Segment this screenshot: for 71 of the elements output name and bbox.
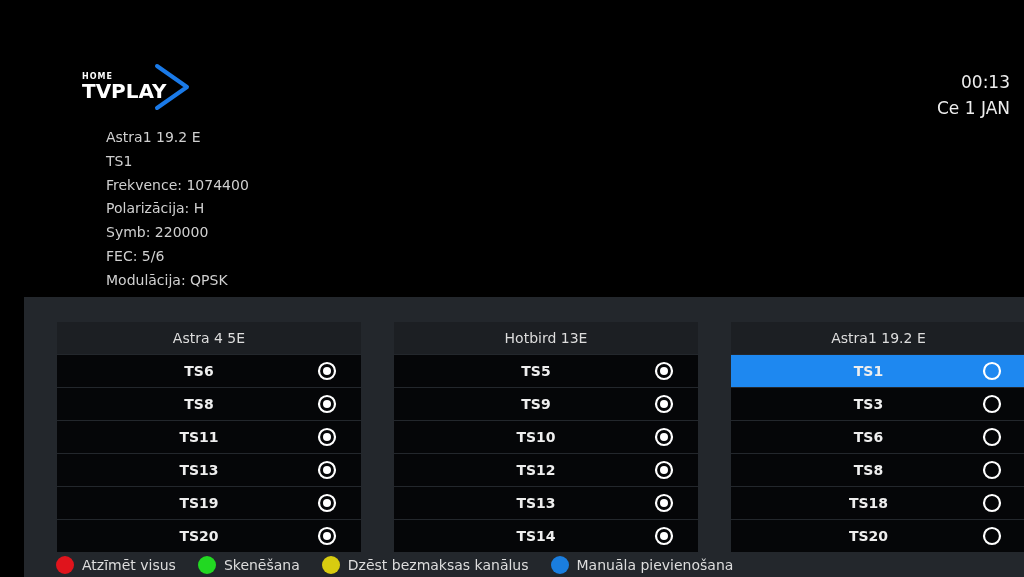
transponder-row[interactable]: TS8: [731, 454, 1024, 486]
transponder-label: TS6: [852, 429, 885, 445]
radio-icon[interactable]: [654, 361, 674, 381]
transponder-row[interactable]: TS18: [731, 487, 1024, 519]
radio-icon[interactable]: [317, 361, 337, 381]
transponder-row[interactable]: TS20: [731, 520, 1024, 552]
logo-text: TVPLAY: [82, 81, 167, 101]
radio-icon[interactable]: [654, 526, 674, 546]
transponder-row[interactable]: TS5: [394, 355, 698, 387]
transponder-label: TS18: [847, 495, 890, 511]
radio-icon[interactable]: [317, 394, 337, 414]
transponder-row[interactable]: TS20: [57, 520, 361, 552]
transponder-label: TS8: [852, 462, 885, 478]
radio-icon[interactable]: [654, 460, 674, 480]
transponder-row[interactable]: TS11: [57, 421, 361, 453]
transponder-label: TS20: [847, 528, 890, 544]
transponder-row[interactable]: TS13: [57, 454, 361, 486]
transponder-label: TS9: [520, 396, 552, 412]
satellite-header: Hotbird 13E: [394, 322, 698, 354]
transponder-row[interactable]: TS10: [394, 421, 698, 453]
radio-icon[interactable]: [317, 427, 337, 447]
transponder-row[interactable]: TS3: [731, 388, 1024, 420]
legend-label: Dzēst bezmaksas kanālus: [347, 556, 529, 573]
info-line: Symb: 220000: [106, 223, 210, 243]
info-line: Astra1 19.2 E: [106, 128, 202, 147]
transponder-label: TS5: [520, 363, 552, 379]
info-line: TS1: [106, 151, 134, 171]
satellite-header: Astra 4 5E: [57, 322, 361, 354]
satellite-header: Astra1 19.2 E: [731, 322, 1024, 354]
legend-label: Manuāla pievienošana: [576, 556, 734, 573]
transponder-label: TS20: [178, 528, 220, 544]
transponder-row[interactable]: TS6: [57, 355, 361, 387]
legend-label: Atzīmēt visus: [82, 556, 176, 573]
radio-icon[interactable]: [317, 493, 337, 513]
radio-icon[interactable]: [982, 493, 1002, 513]
transponder-row[interactable]: TS14: [394, 520, 698, 552]
transponder-label: TS8: [183, 396, 215, 412]
transponder-label: TS14: [515, 528, 557, 544]
transponder-label: TS11: [178, 429, 220, 445]
transponder-label: TS19: [178, 495, 220, 511]
transponder-row[interactable]: TS6: [731, 421, 1024, 453]
radio-icon[interactable]: [982, 526, 1002, 546]
info-line: FEC: 5/6: [106, 247, 166, 266]
transponder-row[interactable]: TS19: [57, 487, 361, 519]
clock-time: 00:13: [961, 72, 1010, 92]
transponder-label: TS13: [178, 462, 220, 478]
radio-icon[interactable]: [654, 427, 674, 447]
radio-icon[interactable]: [654, 493, 674, 513]
transponder-label: TS12: [515, 462, 557, 478]
transponder-label: TS10: [515, 429, 557, 445]
transponder-label: TS13: [515, 495, 557, 511]
transponder-row[interactable]: TS9: [394, 388, 698, 420]
transponder-row[interactable]: TS12: [394, 454, 698, 486]
clock-date: Ce 1 JAN: [937, 98, 1010, 118]
transponder-label: TS3: [852, 396, 885, 412]
logo-small-text: HOME: [82, 73, 114, 81]
transponder-label: TS1: [852, 363, 885, 379]
radio-icon[interactable]: [654, 394, 674, 414]
info-line: Modulācija: QPSK: [106, 270, 229, 290]
radio-icon[interactable]: [982, 361, 1002, 381]
legend-label: Skenēšana: [223, 556, 300, 573]
radio-icon[interactable]: [982, 394, 1002, 414]
transponder-row[interactable]: TS8: [57, 388, 361, 420]
radio-icon[interactable]: [982, 460, 1002, 480]
info-line: Frekvence: 1074400: [106, 175, 249, 195]
info-line: Polarizācija: H: [106, 199, 206, 219]
radio-icon[interactable]: [982, 427, 1002, 447]
radio-icon[interactable]: [317, 526, 337, 546]
radio-icon[interactable]: [317, 460, 337, 480]
transponder-row[interactable]: TS13: [394, 487, 698, 519]
transponder-label: TS6: [183, 363, 215, 379]
